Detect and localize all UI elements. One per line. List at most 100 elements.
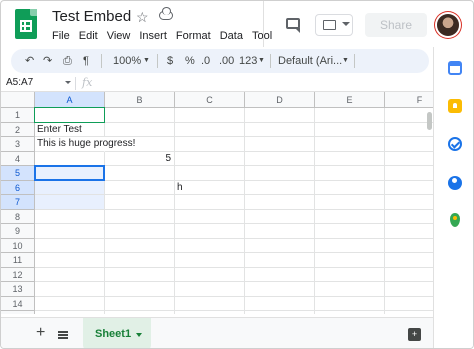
grid-cell[interactable]: [245, 180, 315, 195]
grid-cell[interactable]: [315, 209, 385, 224]
grid-cell[interactable]: Enter Test: [35, 122, 105, 137]
grid-cell[interactable]: [175, 122, 245, 137]
share-button[interactable]: Share: [365, 13, 427, 37]
tasks-icon[interactable]: [448, 137, 462, 151]
name-box[interactable]: A5:A7: [6, 77, 33, 88]
grid-cell[interactable]: [175, 311, 245, 314]
grid-cell[interactable]: [245, 195, 315, 210]
grid-cell[interactable]: [35, 224, 105, 239]
row-header[interactable]: 11: [1, 253, 35, 268]
sheet-tab[interactable]: Sheet1: [83, 318, 151, 348]
grid-cell[interactable]: [105, 209, 175, 224]
grid-cell[interactable]: [245, 282, 315, 297]
grid-cell[interactable]: [105, 296, 175, 311]
grid-cell[interactable]: [175, 151, 245, 166]
keep-icon[interactable]: [448, 99, 462, 113]
grid-cell[interactable]: [35, 311, 105, 314]
grid-cell[interactable]: [35, 267, 105, 282]
grid-cell[interactable]: [105, 180, 175, 195]
grid-cell[interactable]: [315, 122, 385, 137]
grid-cell[interactable]: [245, 137, 315, 152]
menu-insert[interactable]: Insert: [139, 30, 167, 42]
grid-cell[interactable]: [315, 195, 385, 210]
grid-cell[interactable]: [175, 253, 245, 268]
sheets-logo-icon[interactable]: [15, 9, 37, 39]
row-header[interactable]: 14: [1, 296, 35, 311]
menu-format[interactable]: Format: [176, 30, 211, 42]
grid-cell[interactable]: [245, 108, 315, 123]
grid-cell[interactable]: [105, 267, 175, 282]
grid-cell[interactable]: [35, 282, 105, 297]
row-header[interactable]: 8: [1, 209, 35, 224]
column-header[interactable]: F: [385, 92, 433, 108]
row-header[interactable]: 12: [1, 267, 35, 282]
spreadsheet-grid[interactable]: A B C D E F 1 2 Enter Test 3 This is huge progress…: [1, 92, 433, 314]
grid-cell[interactable]: [35, 253, 105, 268]
grid-cell[interactable]: [35, 180, 105, 195]
grid-cell[interactable]: [175, 195, 245, 210]
grid-cell[interactable]: [105, 224, 175, 239]
grid-cell[interactable]: [175, 137, 245, 152]
grid-cell[interactable]: [105, 311, 175, 314]
grid-cell[interactable]: [175, 296, 245, 311]
column-header[interactable]: C: [175, 92, 245, 108]
present-button[interactable]: [315, 14, 353, 36]
sheet-chevron-down-icon[interactable]: [136, 333, 142, 337]
grid-cell[interactable]: [105, 238, 175, 253]
row-header[interactable]: 5: [1, 166, 35, 181]
redo-icon[interactable]: ↷: [43, 54, 52, 68]
grid-cell[interactable]: [315, 151, 385, 166]
more-formats-button[interactable]: 123: [239, 54, 257, 68]
grid-cell[interactable]: [315, 253, 385, 268]
column-header[interactable]: D: [245, 92, 315, 108]
grid-cell[interactable]: [245, 296, 315, 311]
grid-cell[interactable]: [245, 224, 315, 239]
grid-cell[interactable]: [175, 238, 245, 253]
undo-icon[interactable]: ↶: [25, 54, 34, 68]
grid-cell[interactable]: [245, 253, 315, 268]
grid-cell[interactable]: [315, 108, 385, 123]
grid-cell[interactable]: [245, 151, 315, 166]
grid-cell[interactable]: [315, 311, 385, 314]
grid-cell[interactable]: [315, 180, 385, 195]
menu-view[interactable]: View: [107, 30, 131, 42]
select-all-corner[interactable]: [1, 92, 35, 108]
row-header[interactable]: 7: [1, 195, 35, 210]
grid-cell[interactable]: [315, 282, 385, 297]
calendar-icon[interactable]: [448, 61, 462, 75]
grid-cell[interactable]: [35, 209, 105, 224]
row-header[interactable]: 3: [1, 137, 35, 152]
grid-cell[interactable]: 5: [105, 151, 175, 166]
row-header[interactable]: 1: [1, 108, 35, 123]
more-formats-chevron-down-icon[interactable]: ▼: [258, 54, 265, 68]
zoom-chevron-down-icon[interactable]: ▼: [143, 54, 150, 68]
name-box-chevron-down-icon[interactable]: [65, 81, 71, 84]
explore-icon[interactable]: +: [408, 328, 421, 341]
font-select[interactable]: Default (Ari...: [278, 54, 342, 68]
grid-cell[interactable]: [35, 238, 105, 253]
grid-cell[interactable]: [315, 224, 385, 239]
all-sheets-icon[interactable]: [58, 331, 68, 339]
grid-cell[interactable]: [175, 267, 245, 282]
decrease-decimal-button[interactable]: .0: [201, 54, 210, 68]
maps-icon[interactable]: [450, 213, 460, 227]
increase-decimal-button[interactable]: .00: [219, 54, 234, 68]
row-header[interactable]: 4: [1, 151, 35, 166]
add-sheet-icon[interactable]: +: [36, 324, 45, 342]
grid-cell[interactable]: [245, 238, 315, 253]
cloud-status-icon[interactable]: [159, 7, 173, 20]
scrollbar-thumb[interactable]: [427, 112, 432, 130]
font-chevron-down-icon[interactable]: ▼: [342, 54, 349, 68]
currency-format-button[interactable]: $: [167, 54, 173, 68]
grid-cell[interactable]: [315, 137, 385, 152]
star-icon[interactable]: ☆: [136, 9, 149, 26]
document-title[interactable]: Test Embed: [52, 8, 131, 25]
grid-cell[interactable]: [175, 209, 245, 224]
comment-icon[interactable]: [286, 18, 300, 33]
row-header[interactable]: 2: [1, 122, 35, 137]
grid-cell[interactable]: [35, 296, 105, 311]
grid-cell[interactable]: [105, 195, 175, 210]
column-header[interactable]: A: [35, 92, 105, 108]
print-icon[interactable]: ⎙: [63, 54, 72, 68]
menu-file[interactable]: File: [52, 30, 70, 42]
